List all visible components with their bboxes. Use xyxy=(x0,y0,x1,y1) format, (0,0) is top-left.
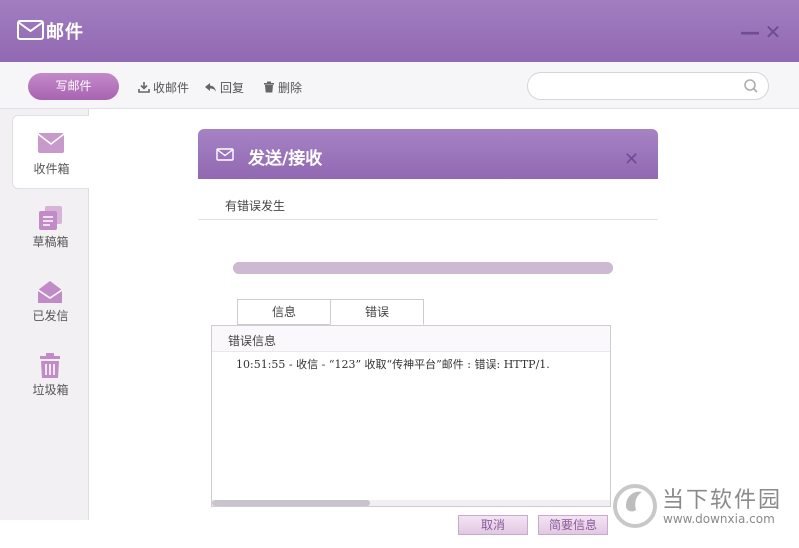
sidebar-item-inbox[interactable]: 收件箱 xyxy=(12,115,89,189)
toolbar: 写邮件 收邮件 回复 删除 xyxy=(0,62,799,109)
reply-button[interactable]: 回复 xyxy=(204,78,244,96)
search-input[interactable] xyxy=(540,78,735,94)
horizontal-scrollbar[interactable] xyxy=(212,500,610,506)
close-window-button[interactable]: ✕ xyxy=(764,22,782,42)
watermark-logo xyxy=(613,484,657,528)
reply-arrow-icon xyxy=(205,83,216,92)
mail-app-icon xyxy=(17,20,44,40)
sidebar-item-label: 已发信 xyxy=(32,309,69,323)
delete-label: 删除 xyxy=(278,80,303,95)
drafts-icon xyxy=(39,206,62,230)
reply-label: 回复 xyxy=(220,80,245,95)
dialog-title: 发送/接收 xyxy=(248,149,323,169)
scrollbar-thumb[interactable] xyxy=(212,500,370,506)
search-icon[interactable] xyxy=(743,78,759,94)
brief-info-button[interactable]: 简要信息 xyxy=(538,515,608,535)
delete-button[interactable]: 删除 xyxy=(263,78,302,96)
sent-icon xyxy=(37,281,63,303)
sidebar-item-trash[interactable]: 垃圾箱 xyxy=(12,337,89,411)
error-panel: 错误信息 10:51:55 - 收信 - “123” 收取“传神平台”邮件 : … xyxy=(211,325,611,507)
panel-header: 错误信息 xyxy=(212,326,610,352)
search-box xyxy=(527,72,769,100)
sidebar-item-sent[interactable]: 已发信 xyxy=(12,263,89,337)
minimize-button[interactable]: — xyxy=(740,22,760,42)
trash-icon xyxy=(40,353,60,378)
receive-mail-label: 收邮件 xyxy=(153,80,190,95)
tab-info[interactable]: 信息 xyxy=(237,299,331,325)
progress-fill xyxy=(233,262,613,274)
envelope-icon xyxy=(216,148,234,161)
sidebar-item-label: 草稿箱 xyxy=(32,235,69,249)
sidebar-item-label: 垃圾箱 xyxy=(32,383,69,397)
panel-header-label: 错误信息 xyxy=(228,334,277,348)
trash-icon xyxy=(264,81,274,93)
progress-bar xyxy=(233,262,613,274)
title-bar: 邮件 — ✕ xyxy=(0,0,799,62)
tab-error[interactable]: 错误 xyxy=(330,299,424,325)
log-line: 10:51:55 - 收信 - “123” 收取“传神平台”邮件 : 错误: H… xyxy=(236,358,550,371)
divider xyxy=(198,219,658,220)
sidebar-item-drafts[interactable]: 草稿箱 xyxy=(12,189,89,263)
status-text: 有错误发生 xyxy=(225,199,286,213)
sidebar: 收件箱 草稿箱 已发信 垃圾箱 xyxy=(0,109,89,520)
sidebar-item-label: 收件箱 xyxy=(33,162,70,176)
dialog-header: 发送/接收 ✕ xyxy=(198,129,658,179)
dialog-close-button[interactable]: ✕ xyxy=(624,151,639,169)
envelope-icon xyxy=(37,133,65,153)
watermark-url: www.downxia.com xyxy=(663,512,775,526)
app-title: 邮件 xyxy=(46,22,84,43)
receive-mail-button[interactable]: 收邮件 xyxy=(138,78,189,96)
cancel-button[interactable]: 取消 xyxy=(458,515,528,535)
compose-button[interactable]: 写邮件 xyxy=(28,73,119,100)
watermark-name: 当下软件园 xyxy=(662,488,783,513)
download-icon xyxy=(138,82,150,93)
